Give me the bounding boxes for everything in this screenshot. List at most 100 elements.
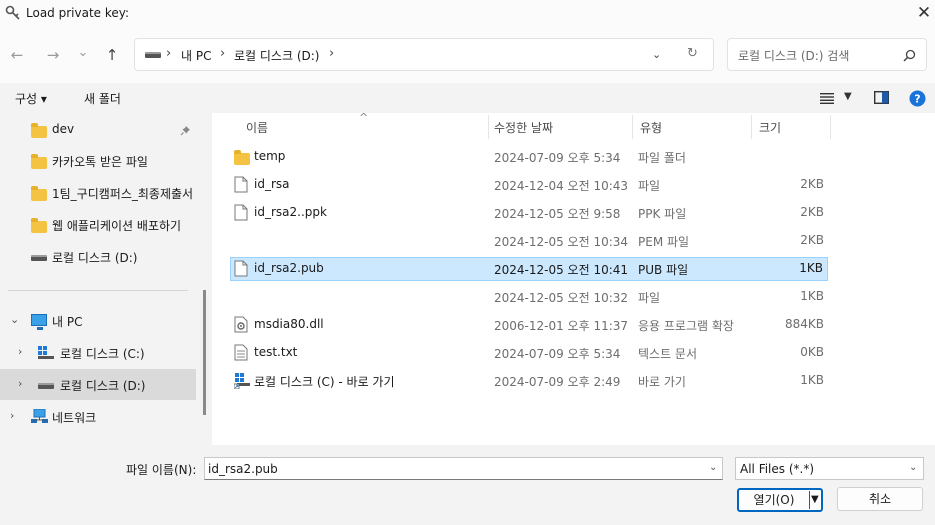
search-icon[interactable] — [903, 49, 916, 62]
file-row-shortcut[interactable]: 로컬 디스크 (C) - 바로 가기 2024-07-09 오후 2:49 바로… — [230, 369, 828, 393]
folder-icon — [234, 150, 250, 165]
file-type: 파일 — [638, 291, 661, 305]
file-row-id-rsa2-pub[interactable]: id_rsa2.pub 2024-12-05 오전 10:41 PUB 파일 1… — [230, 257, 828, 281]
view-options-dropdown-icon[interactable]: ▼ — [844, 91, 852, 102]
cancel-button[interactable]: 취소 — [837, 487, 923, 511]
column-header-size[interactable]: 크기 — [759, 119, 781, 136]
column-divider[interactable] — [830, 115, 831, 139]
sidebar-item-drive-d-quick[interactable]: 로컬 디스크 (D:) — [0, 241, 196, 272]
open-button-label: 열기(O) — [753, 493, 795, 507]
sidebar-item-dev[interactable]: dev — [0, 114, 196, 145]
organize-button[interactable]: 구성 ▾ — [15, 90, 47, 107]
file-name: test.txt — [254, 345, 298, 359]
title-bar: Load private key: ✕ — [0, 0, 935, 27]
sidebar-item-team-submission[interactable]: 1팀_구디캠퍼스_최종제출서 — [0, 177, 196, 208]
chevron-right-icon[interactable]: › — [10, 409, 14, 422]
svg-text:?: ? — [914, 93, 920, 106]
file-size: 1KB — [800, 373, 824, 387]
folder-icon — [31, 186, 47, 201]
file-size: 2KB — [800, 205, 824, 219]
file-date: 2006-12-01 오후 11:37 — [494, 319, 629, 333]
file-name: 로컬 디스크 (C) - 바로 가기 — [254, 375, 395, 389]
split-divider — [809, 491, 810, 509]
sidebar-scrollbar[interactable] — [203, 290, 206, 415]
close-icon[interactable]: ✕ — [913, 3, 935, 23]
column-header-name[interactable]: 이름 — [246, 119, 268, 136]
filename-input[interactable]: id_rsa2.pub ⌄ — [204, 457, 723, 480]
help-icon[interactable]: ? — [909, 90, 926, 107]
breadcrumb-this-pc[interactable]: 내 PC — [181, 47, 211, 64]
file-row-msdia80-dll[interactable]: msdia80.dll 2006-12-01 오후 11:37 응용 프로그램 … — [230, 313, 828, 337]
address-bar[interactable]: › 내 PC › 로컬 디스크 (D:) › ⌄ ↻ — [134, 38, 714, 71]
open-options-dropdown-icon[interactable]: ▼ — [811, 490, 819, 510]
file-type: 바로 가기 — [638, 375, 686, 389]
column-header-type[interactable]: 유형 — [640, 119, 662, 136]
search-box[interactable]: 로컬 디스크 (D:) 검색 — [727, 38, 927, 71]
drive-icon — [31, 255, 47, 261]
breadcrumb-drive-d[interactable]: 로컬 디스크 (D:) — [234, 47, 319, 64]
chevron-right-icon[interactable]: › — [18, 345, 22, 358]
new-folder-button[interactable]: 새 폴더 — [84, 90, 121, 107]
preview-pane-icon[interactable] — [874, 91, 889, 104]
sidebar-item-label: 카카오톡 받은 파일 — [52, 155, 148, 169]
file-size: 0KB — [800, 345, 824, 359]
sort-ascending-icon: ^ — [359, 113, 369, 124]
view-list-icon[interactable] — [820, 92, 834, 104]
file-size: 2KB — [800, 177, 824, 191]
address-dropdown-chevron-icon[interactable]: ⌄ — [652, 48, 661, 61]
column-divider[interactable] — [488, 115, 489, 139]
navigation-pane: dev 카카오톡 받은 파일 1팀_구디캠퍼스_최종제출서 웹 애플리케이션 배… — [0, 113, 212, 445]
file-row-id-rsa2-ppk[interactable]: id_rsa2..ppk 2024-12-05 오전 9:58 PPK 파일 2… — [230, 201, 828, 225]
file-row-pem[interactable]: 2024-12-05 오전 10:34 PEM 파일 2KB — [230, 229, 828, 253]
open-button[interactable]: 열기(O) ▼ — [737, 488, 823, 512]
sidebar-item-this-pc[interactable]: ⌄ 내 PC — [0, 305, 196, 336]
search-input[interactable]: 로컬 디스크 (D:) 검색 — [738, 47, 849, 64]
filetype-select[interactable]: All Files (*.*) ⌄ — [735, 457, 924, 480]
file-date: 2024-12-05 오전 10:32 — [494, 291, 629, 305]
sidebar-item-label: 내 PC — [52, 315, 83, 329]
sidebar-item-drive-c[interactable]: › 로컬 디스크 (C:) — [0, 337, 196, 368]
chevron-down-icon[interactable]: ⌄ — [709, 462, 717, 473]
column-divider[interactable] — [632, 115, 633, 139]
file-size: 2KB — [800, 233, 824, 247]
sidebar-item-kakaotalk[interactable]: 카카오톡 받은 파일 — [0, 145, 196, 176]
sidebar-item-label: 로컬 디스크 (C:) — [60, 347, 145, 361]
up-arrow-icon[interactable]: ↑ — [101, 44, 123, 66]
drive-icon — [38, 383, 54, 389]
file-date: 2024-07-09 오후 5:34 — [494, 347, 621, 361]
back-arrow-icon[interactable]: ← — [6, 44, 28, 66]
file-row-id-rsa[interactable]: id_rsa 2024-12-04 오전 10:43 파일 2KB — [230, 173, 828, 197]
refresh-icon[interactable]: ↻ — [687, 46, 698, 61]
chevron-down-icon[interactable]: ⌄ — [10, 313, 19, 326]
sidebar-item-web-deploy[interactable]: 웹 애플리케이션 배포하기 — [0, 209, 196, 240]
file-icon — [234, 204, 248, 221]
file-row-test-txt[interactable]: test.txt 2024-07-09 오후 5:34 텍스트 문서 0KB — [230, 341, 828, 365]
file-name: temp — [254, 149, 286, 163]
folder-icon — [31, 123, 47, 138]
breadcrumb-separator-icon: › — [220, 46, 226, 61]
file-row-temp[interactable]: temp 2024-07-09 오후 5:34 파일 폴더 — [230, 145, 828, 169]
forward-arrow-icon[interactable]: → — [42, 44, 64, 66]
file-name: msdia80.dll — [254, 317, 324, 331]
file-type: 파일 폴더 — [638, 151, 686, 165]
file-type: 텍스트 문서 — [638, 347, 698, 361]
filename-label: 파일 이름(N): — [126, 463, 197, 477]
pin-icon[interactable] — [180, 125, 191, 136]
sidebar-item-label: 로컬 디스크 (D:) — [60, 379, 146, 393]
filename-value[interactable]: id_rsa2.pub — [208, 462, 278, 476]
sidebar-item-label: 로컬 디스크 (D:) — [52, 251, 138, 265]
recent-locations-chevron-icon[interactable]: ⌄ — [72, 42, 94, 64]
sidebar-item-drive-d[interactable]: › 로컬 디스크 (D:) — [0, 369, 196, 400]
sidebar-item-network[interactable]: › 네트워크 — [0, 401, 196, 432]
file-row-unnamed[interactable]: 2024-12-05 오전 10:32 파일 1KB — [230, 285, 828, 309]
chevron-right-icon[interactable]: › — [18, 377, 22, 390]
file-type: PEM 파일 — [638, 235, 690, 249]
key-icon — [5, 5, 20, 20]
chevron-down-icon[interactable]: ⌄ — [909, 462, 917, 473]
file-list: 이름 ^ 수정한 날짜 유형 크기 temp 2024-07-09 오후 5:3… — [212, 113, 935, 445]
sidebar-item-label: 웹 애플리케이션 배포하기 — [52, 219, 182, 233]
file-icon — [234, 260, 248, 277]
column-divider[interactable] — [751, 115, 752, 139]
windows-drive-icon — [38, 346, 54, 359]
column-header-date[interactable]: 수정한 날짜 — [494, 119, 553, 136]
